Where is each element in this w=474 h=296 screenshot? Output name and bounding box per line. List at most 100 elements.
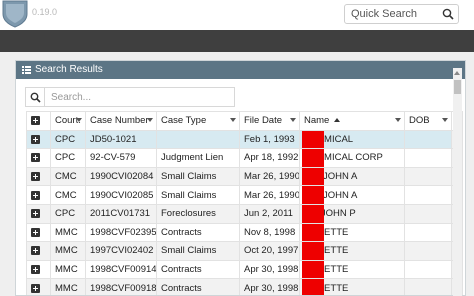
filter-icon[interactable] — [442, 118, 448, 122]
redaction-block — [302, 261, 324, 278]
cell-dob — [404, 278, 452, 295]
plus-icon[interactable] — [31, 153, 40, 163]
filter-icon[interactable] — [230, 118, 236, 122]
cell-case-type: Contracts — [156, 222, 240, 243]
cell-court: MMC — [50, 222, 86, 243]
plus-icon[interactable] — [31, 283, 40, 293]
cell-name: ANNETTE — [299, 222, 405, 243]
cell-court: CMC — [50, 166, 86, 187]
column-label: Case Type — [161, 115, 207, 127]
filter-icon[interactable] — [395, 118, 401, 122]
table-header-row: Court: Case Number Case Type File Date N… — [26, 111, 463, 131]
expand-row-button[interactable] — [26, 203, 51, 224]
search-icon[interactable] — [442, 8, 454, 20]
cell-case-number[interactable]: 1997CVI02402 — [85, 241, 157, 261]
cell-name: JR, JOHN P — [299, 203, 405, 224]
plus-icon[interactable] — [31, 227, 40, 237]
expand-row-button[interactable] — [26, 148, 51, 168]
filter-icon[interactable] — [76, 118, 82, 122]
column-label: Name — [304, 115, 330, 127]
redaction-block — [302, 242, 324, 260]
column-header-case-type[interactable]: Case Type — [156, 111, 240, 131]
redaction-block — [302, 279, 324, 295]
table-body: CPC JD50-1021 Feb 1, 1993 CHEMICAL CPC 9… — [26, 129, 463, 295]
plus-icon[interactable] — [31, 265, 40, 275]
plus-icon[interactable] — [31, 246, 40, 256]
expand-row-button[interactable] — [26, 129, 51, 150]
cell-file-date: Oct 20, 1997 — [239, 241, 300, 261]
expand-row-button[interactable] — [26, 278, 51, 295]
plus-icon[interactable] — [31, 209, 40, 219]
expand-all-header[interactable] — [26, 111, 51, 131]
list-icon — [22, 66, 31, 74]
quick-search-input[interactable] — [345, 5, 443, 23]
column-header-name[interactable]: Name — [299, 111, 405, 131]
table-row[interactable]: MMC 1998CVF02395 Contracts Nov 8, 1998 A… — [26, 222, 463, 243]
cell-case-number[interactable]: JD50-1021 — [85, 129, 157, 150]
cell-dob — [404, 241, 452, 261]
plus-icon[interactable] — [31, 116, 40, 126]
cell-case-number[interactable]: 1998CVF02395 — [85, 222, 157, 243]
top-header: 0.19.0 — [0, 0, 474, 30]
cell-case-number[interactable]: 1998CVF00914 — [85, 259, 157, 280]
cell-case-number[interactable]: 1998CVF00918 — [85, 278, 157, 295]
table-row[interactable]: CPC 92-CV-579 Judgment Lien Apr 18, 1992… — [26, 148, 463, 168]
filter-icon[interactable] — [290, 118, 296, 122]
column-header-case-number[interactable]: Case Number — [85, 111, 157, 131]
table-row[interactable]: CPC JD50-1021 Feb 1, 1993 CHEMICAL — [26, 129, 463, 150]
plus-icon[interactable] — [31, 190, 40, 200]
column-header-dob[interactable]: DOB — [404, 111, 452, 131]
plus-icon[interactable] — [31, 172, 40, 182]
cell-file-date: Feb 1, 1993 — [239, 129, 300, 150]
cell-case-number[interactable]: 2011CV01731 — [85, 203, 157, 224]
cell-case-number[interactable]: 1990CVI02084 — [85, 166, 157, 187]
cell-case-type: Judgment Lien — [156, 148, 240, 168]
scroll-up-icon[interactable] — [454, 71, 460, 75]
plus-icon[interactable] — [31, 134, 40, 144]
table-row[interactable]: CPC 2011CV01731 Foreclosures Jun 2, 2011… — [26, 203, 463, 224]
expand-row-button[interactable] — [26, 185, 51, 205]
table-row[interactable]: CMC 1990CVI02084 Small Claims Mar 26, 19… — [26, 166, 463, 187]
grid-search-field[interactable] — [45, 87, 235, 107]
table-row[interactable]: MMC 1998CVF00914 Contracts Apr 30, 1998 … — [26, 259, 463, 280]
expand-row-button[interactable] — [26, 222, 51, 243]
cell-case-number[interactable]: 1990CVI02085 — [85, 185, 157, 205]
cell-file-date: Apr 18, 1992 — [239, 148, 300, 168]
cell-dob — [404, 222, 452, 243]
column-header-file-date[interactable]: File Date — [239, 111, 300, 131]
cell-name: ANNETTE — [299, 278, 405, 295]
logo-shield-icon[interactable] — [0, 0, 30, 28]
cell-case-type — [156, 129, 240, 150]
grid-search-input[interactable] — [45, 88, 231, 106]
grid-search-button[interactable] — [25, 87, 45, 107]
cell-dob — [404, 129, 452, 150]
expand-row-button[interactable] — [26, 166, 51, 187]
expand-row-button[interactable] — [26, 241, 51, 261]
scrollbar-thumb[interactable] — [454, 80, 461, 94]
cell-file-date: Nov 8, 1998 — [239, 222, 300, 243]
expand-row-button[interactable] — [26, 259, 51, 280]
column-header-court[interactable]: Court: — [50, 111, 86, 131]
table-row[interactable]: CMC 1990CVI02085 Small Claims Mar 26, 19… — [26, 185, 463, 205]
cell-case-type: Small Claims — [156, 166, 240, 187]
grid-search-icon — [30, 92, 41, 103]
table-vertical-scrollbar[interactable] — [453, 68, 462, 296]
cell-file-date: Apr 30, 1998 — [239, 259, 300, 280]
sort-ascending-icon[interactable] — [334, 118, 341, 123]
table-row[interactable]: MMC 1998CVF00918 Contracts Apr 30, 1998 … — [26, 278, 463, 295]
cell-case-type: Contracts — [156, 259, 240, 280]
cell-court: CPC — [50, 148, 86, 168]
cell-court: MMC — [50, 278, 86, 295]
redaction-block — [302, 168, 324, 185]
cell-court: CPC — [50, 203, 86, 224]
results-table: Court: Case Number Case Type File Date N… — [26, 111, 463, 295]
quick-search-box[interactable] — [344, 4, 459, 24]
cell-case-number[interactable]: 92-CV-579 — [85, 148, 157, 168]
table-row[interactable]: MMC 1997CVI02402 Small Claims Oct 20, 19… — [26, 241, 463, 261]
nav-bar — [0, 30, 474, 52]
cell-dob — [404, 185, 452, 205]
filter-icon[interactable] — [147, 118, 153, 122]
redaction-block — [302, 186, 324, 204]
cell-court: CPC — [50, 129, 86, 150]
cell-court: MMC — [50, 259, 86, 280]
